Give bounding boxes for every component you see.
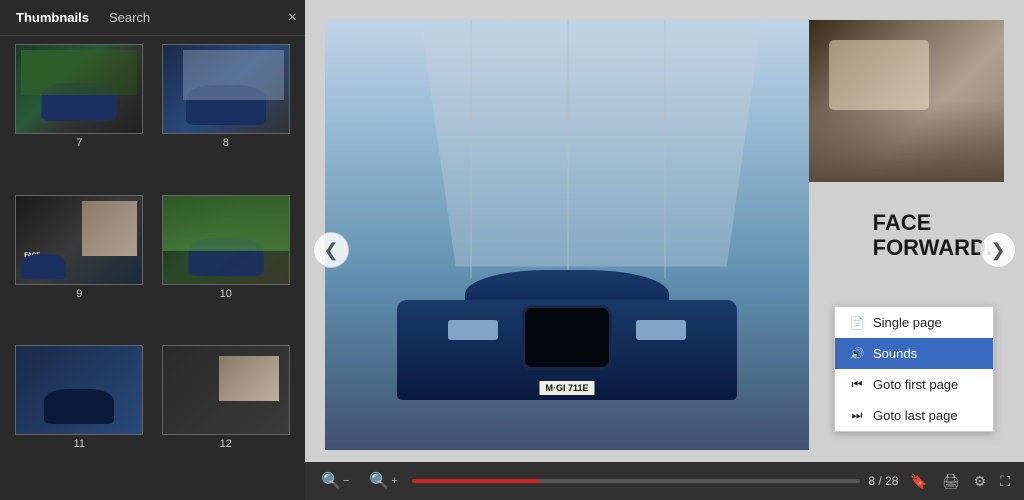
interior-image — [809, 20, 1004, 182]
thumb-label-8: 8 — [223, 137, 229, 149]
tab-search[interactable]: Search — [103, 8, 156, 27]
face-forward-line2: FORWARD. — [873, 235, 992, 260]
main-page-background: M·GI 711E — [325, 20, 809, 450]
face-forward-heading: FACE FORWARD. — [873, 210, 992, 261]
sounds-icon: 🔊 — [849, 347, 865, 361]
thumb-label-11: 11 — [74, 438, 85, 450]
goto-first-icon: ⏮ — [849, 377, 865, 392]
thumbnails-grid: 7 8 FACEFORWARD. 9 — [0, 36, 305, 500]
next-page-button[interactable]: ❯ — [980, 232, 1016, 268]
zoom-in-icon: 🔍 — [369, 471, 389, 491]
toolbar-right-icons: 🔖 🖨 ⚙ ⛶ — [906, 471, 1014, 492]
menu-goto-last-label: Goto last page — [873, 408, 958, 423]
fullscreen-button[interactable]: ⛶ — [996, 471, 1014, 492]
app-container: Thumbnails Search × 7 8 — [0, 0, 1024, 500]
thumbnail-10[interactable]: 10 — [155, 195, 298, 342]
menu-single-page-label: Single page — [873, 315, 942, 330]
menu-goto-first[interactable]: ⏮ Goto first page — [835, 369, 993, 400]
context-menu: 📄 Single page 🔊 Sounds ⏮ Goto first page… — [834, 306, 994, 432]
face-forward-line1: FACE — [873, 210, 932, 235]
single-page-icon: 📄 — [849, 316, 865, 330]
thumbnail-8[interactable]: 8 — [155, 44, 298, 191]
print-button[interactable]: 🖨 — [938, 471, 964, 492]
main-viewer: M·GI 711E FACE FORWARD. ❮ ❯ — [305, 0, 1024, 500]
goto-last-icon: ⏭ — [849, 408, 865, 423]
thumb-label-7: 7 — [76, 137, 82, 149]
zoom-out-icon: 🔍 — [321, 471, 341, 491]
progress-bar[interactable] — [412, 479, 861, 483]
thumbnail-7[interactable]: 7 — [8, 44, 151, 191]
license-plate: M·GI 711E — [539, 381, 594, 395]
thumbnail-9[interactable]: FACEFORWARD. 9 — [8, 195, 151, 342]
close-sidebar-button[interactable]: × — [288, 10, 297, 26]
zoom-in-button[interactable]: 🔍 + — [363, 467, 403, 495]
menu-single-page[interactable]: 📄 Single page — [835, 307, 993, 338]
thumb-label-10: 10 — [220, 288, 232, 300]
menu-goto-first-label: Goto first page — [873, 377, 958, 392]
car-body: M·GI 711E — [397, 250, 737, 430]
menu-sounds-label: Sounds — [873, 346, 917, 361]
sidebar: Thumbnails Search × 7 8 — [0, 0, 305, 500]
page-indicator: 8 / 28 — [868, 474, 898, 488]
zoom-out-button[interactable]: 🔍 − — [315, 467, 355, 495]
thumbnail-12[interactable]: 12 — [155, 345, 298, 492]
sidebar-header: Thumbnails Search × — [0, 0, 305, 36]
prev-page-button[interactable]: ❮ — [313, 232, 349, 268]
tab-thumbnails[interactable]: Thumbnails — [10, 8, 95, 27]
progress-bar-fill — [412, 479, 540, 483]
thumb-label-9: 9 — [76, 288, 82, 300]
menu-goto-last[interactable]: ⏭ Goto last page — [835, 400, 993, 431]
thumb-label-12: 12 — [220, 438, 232, 450]
settings-button[interactable]: ⚙ — [970, 471, 991, 492]
bookmark-button[interactable]: 🔖 — [906, 471, 931, 492]
bottom-toolbar: 🔍 − 🔍 + 8 / 28 🔖 🖨 ⚙ ⛶ — [305, 462, 1024, 500]
menu-sounds[interactable]: 🔊 Sounds — [835, 338, 993, 369]
thumbnail-11[interactable]: 11 — [8, 345, 151, 492]
